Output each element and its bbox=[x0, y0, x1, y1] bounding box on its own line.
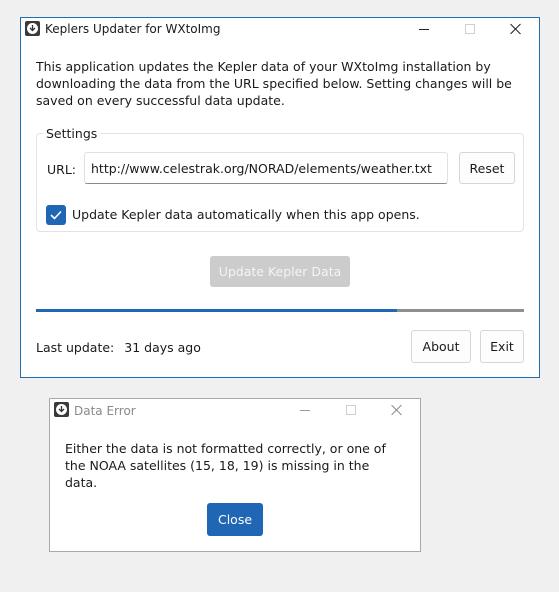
main-window: Keplers Updater for WXtoImg This applica… bbox=[20, 17, 540, 378]
maximize-icon bbox=[346, 405, 356, 415]
settings-group: Settings URL: Reset Update Kepler data a… bbox=[36, 126, 524, 232]
settings-legend: Settings bbox=[43, 126, 101, 141]
auto-update-label[interactable]: Update Kepler data automatically when th… bbox=[72, 207, 420, 222]
error-minimize-button[interactable] bbox=[282, 399, 328, 421]
close-window-button[interactable] bbox=[493, 18, 539, 40]
error-close-window-button[interactable] bbox=[374, 399, 420, 421]
dialog-download-icon bbox=[54, 402, 69, 417]
error-message: Either the data is not formatted correct… bbox=[65, 441, 386, 490]
minimize-icon bbox=[300, 409, 310, 411]
minimize-icon bbox=[419, 28, 429, 30]
titlebar[interactable]: Keplers Updater for WXtoImg bbox=[21, 18, 539, 41]
close-button[interactable]: Close bbox=[207, 503, 263, 536]
intro-text: This application updates the Kepler data… bbox=[36, 59, 512, 108]
minimize-button[interactable] bbox=[401, 18, 447, 40]
about-button[interactable]: About bbox=[411, 330, 471, 363]
close-icon bbox=[510, 23, 522, 35]
exit-button[interactable]: Exit bbox=[480, 330, 524, 363]
url-input[interactable] bbox=[84, 152, 448, 184]
maximize-icon bbox=[465, 24, 475, 34]
error-titlebar[interactable]: Data Error bbox=[50, 399, 420, 422]
reset-button[interactable]: Reset bbox=[459, 152, 515, 184]
update-kepler-data-button[interactable]: Update Kepler Data bbox=[210, 256, 350, 287]
last-update: Last update: 31 days ago bbox=[36, 340, 201, 355]
progress-bar bbox=[36, 309, 524, 312]
error-dialog-title: Data Error bbox=[74, 404, 136, 418]
window-title: Keplers Updater for WXtoImg bbox=[45, 22, 221, 36]
url-label: URL: bbox=[47, 162, 77, 177]
close-icon bbox=[391, 404, 403, 416]
maximize-button[interactable] bbox=[447, 18, 493, 40]
last-update-label: Last update: bbox=[36, 340, 115, 355]
app-download-icon bbox=[25, 21, 40, 36]
last-update-value: 31 days ago bbox=[124, 340, 201, 355]
error-maximize-button[interactable] bbox=[328, 399, 374, 421]
checkmark-icon bbox=[50, 210, 62, 220]
progress-fill bbox=[36, 309, 398, 312]
error-dialog: Data Error Either the data is not format… bbox=[49, 398, 421, 552]
auto-update-checkbox[interactable] bbox=[46, 205, 66, 225]
